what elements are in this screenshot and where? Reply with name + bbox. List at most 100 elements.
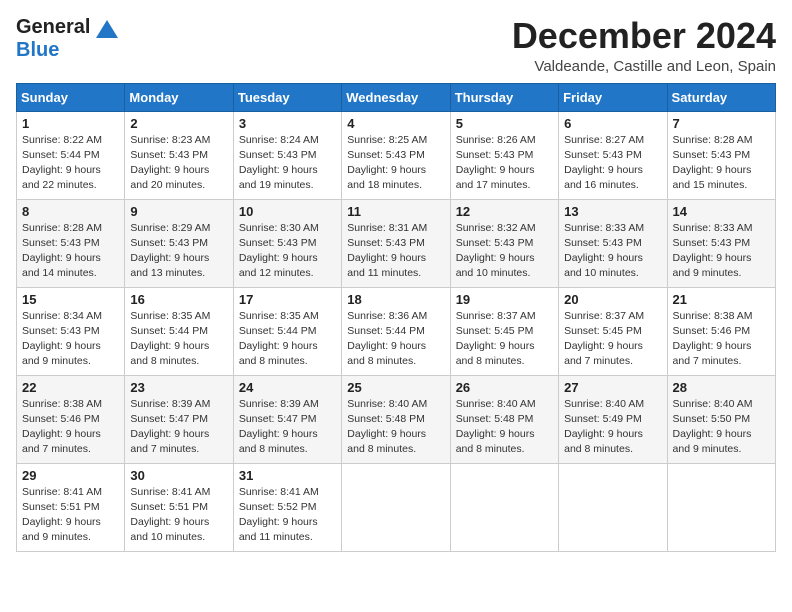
title-section: December 2024 Valdeande, Castille and Le… (512, 16, 776, 75)
day-info: Sunrise: 8:38 AMSunset: 5:46 PMDaylight:… (22, 397, 119, 458)
day-info: Sunrise: 8:40 AMSunset: 5:50 PMDaylight:… (673, 397, 770, 458)
day-number: 17 (239, 292, 336, 307)
logo-icon (96, 20, 118, 38)
day-number: 7 (673, 116, 770, 131)
calendar-day-26: 26 Sunrise: 8:40 AMSunset: 5:48 PMDayligh… (450, 375, 558, 463)
calendar-day-4: 4Sunrise: 8:25 AMSunset: 5:43 PMDaylight… (342, 111, 450, 199)
calendar-day-21: 21Sunrise: 8:38 AMSunset: 5:46 PMDayligh… (667, 287, 775, 375)
empty-cell (450, 463, 558, 551)
day-info: Sunrise: 8:31 AMSunset: 5:43 PMDaylight:… (347, 221, 444, 282)
day-info: Sunrise: 8:37 AMSunset: 5:45 PMDaylight:… (456, 309, 553, 370)
day-number: 31 (239, 468, 336, 483)
day-number: 2 (130, 116, 227, 131)
day-number: 11 (347, 204, 444, 219)
day-number: 30 (130, 468, 227, 483)
calendar-week-2: 8 Sunrise: 8:28 AMSunset: 5:43 PMDaylight… (17, 199, 776, 287)
day-info: Sunrise: 8:40 AMSunset: 5:49 PMDaylight:… (564, 397, 661, 458)
calendar-day-31: 31Sunrise: 8:41 AMSunset: 5:52 PMDayligh… (233, 463, 341, 551)
day-number: 16 (130, 292, 227, 307)
day-number: 24 (239, 380, 336, 395)
day-info: Sunrise: 8:41 AMSunset: 5:51 PMDaylight:… (22, 485, 119, 546)
calendar-day-23: 23 Sunrise: 8:39 AMSunset: 5:47 PMDayligh… (125, 375, 233, 463)
page-header: General Blue December 2024 Valdeande, Ca… (16, 16, 776, 75)
day-info: Sunrise: 8:28 AMSunset: 5:43 PMDaylight:… (22, 221, 119, 282)
day-number: 27 (564, 380, 661, 395)
calendar-day-15: 15Sunrise: 8:34 AMSunset: 5:43 PMDayligh… (17, 287, 125, 375)
calendar-day-18: 18 Sunrise: 8:36 AMSunset: 5:44 PMDayligh… (342, 287, 450, 375)
weekday-header-wednesday: Wednesday (342, 83, 450, 111)
day-number: 29 (22, 468, 119, 483)
day-info: Sunrise: 8:32 AMSunset: 5:43 PMDaylight:… (456, 221, 553, 282)
calendar-day-10: 10 Sunrise: 8:30 AMSunset: 5:43 PMDayligh… (233, 199, 341, 287)
day-info: Sunrise: 8:30 AMSunset: 5:43 PMDaylight:… (239, 221, 336, 282)
calendar-day-12: 12 Sunrise: 8:32 AMSunset: 5:43 PMDayligh… (450, 199, 558, 287)
day-number: 10 (239, 204, 336, 219)
day-number: 5 (456, 116, 553, 131)
day-number: 19 (456, 292, 553, 307)
day-number: 26 (456, 380, 553, 395)
day-info: Sunrise: 8:33 AMSunset: 5:43 PMDaylight:… (673, 221, 770, 282)
day-info: Sunrise: 8:36 AMSunset: 5:44 PMDaylight:… (347, 309, 444, 370)
weekday-header-tuesday: Tuesday (233, 83, 341, 111)
day-number: 12 (456, 204, 553, 219)
calendar-table: SundayMondayTuesdayWednesdayThursdayFrid… (16, 83, 776, 552)
empty-cell (342, 463, 450, 551)
day-number: 9 (130, 204, 227, 219)
day-number: 28 (673, 380, 770, 395)
calendar-day-22: 22 Sunrise: 8:38 AMSunset: 5:46 PMDayligh… (17, 375, 125, 463)
day-number: 21 (673, 292, 770, 307)
day-info: Sunrise: 8:24 AMSunset: 5:43 PMDaylight:… (239, 133, 336, 194)
calendar-day-27: 27 Sunrise: 8:40 AMSunset: 5:49 PMDayligh… (559, 375, 667, 463)
calendar-day-19: 19 Sunrise: 8:37 AMSunset: 5:45 PMDayligh… (450, 287, 558, 375)
calendar-day-20: 20Sunrise: 8:37 AMSunset: 5:45 PMDayligh… (559, 287, 667, 375)
weekday-header-monday: Monday (125, 83, 233, 111)
calendar-day-3: 3Sunrise: 8:24 AMSunset: 5:43 PMDaylight… (233, 111, 341, 199)
calendar-week-5: 29 Sunrise: 8:41 AMSunset: 5:51 PMDayligh… (17, 463, 776, 551)
day-info: Sunrise: 8:28 AMSunset: 5:43 PMDaylight:… (673, 133, 770, 194)
calendar-day-5: 5 Sunrise: 8:26 AMSunset: 5:43 PMDaylight… (450, 111, 558, 199)
calendar-day-17: 17 Sunrise: 8:35 AMSunset: 5:44 PMDayligh… (233, 287, 341, 375)
calendar-week-4: 22 Sunrise: 8:38 AMSunset: 5:46 PMDayligh… (17, 375, 776, 463)
day-info: Sunrise: 8:26 AMSunset: 5:43 PMDaylight:… (456, 133, 553, 194)
calendar-day-29: 29 Sunrise: 8:41 AMSunset: 5:51 PMDayligh… (17, 463, 125, 551)
day-number: 15 (22, 292, 119, 307)
calendar-day-9: 9 Sunrise: 8:29 AMSunset: 5:43 PMDaylight… (125, 199, 233, 287)
day-number: 22 (22, 380, 119, 395)
calendar-day-1: 1Sunrise: 8:22 AMSunset: 5:44 PMDaylight… (17, 111, 125, 199)
day-number: 25 (347, 380, 444, 395)
weekday-header-saturday: Saturday (667, 83, 775, 111)
logo-blue-text: Blue (16, 39, 59, 61)
calendar-day-16: 16 Sunrise: 8:35 AMSunset: 5:44 PMDayligh… (125, 287, 233, 375)
day-number: 14 (673, 204, 770, 219)
calendar-day-6: 6Sunrise: 8:27 AMSunset: 5:43 PMDaylight… (559, 111, 667, 199)
day-number: 20 (564, 292, 661, 307)
day-info: Sunrise: 8:29 AMSunset: 5:43 PMDaylight:… (130, 221, 227, 282)
day-info: Sunrise: 8:23 AMSunset: 5:43 PMDaylight:… (130, 133, 227, 194)
day-info: Sunrise: 8:41 AMSunset: 5:51 PMDaylight:… (130, 485, 227, 546)
calendar-week-3: 15Sunrise: 8:34 AMSunset: 5:43 PMDayligh… (17, 287, 776, 375)
day-info: Sunrise: 8:35 AMSunset: 5:44 PMDaylight:… (130, 309, 227, 370)
day-number: 23 (130, 380, 227, 395)
weekday-header-row: SundayMondayTuesdayWednesdayThursdayFrid… (17, 83, 776, 111)
calendar-day-2: 2 Sunrise: 8:23 AMSunset: 5:43 PMDaylight… (125, 111, 233, 199)
day-number: 18 (347, 292, 444, 307)
day-number: 6 (564, 116, 661, 131)
location-subtitle: Valdeande, Castille and Leon, Spain (512, 58, 776, 75)
logo: General Blue (16, 16, 118, 62)
calendar-day-8: 8 Sunrise: 8:28 AMSunset: 5:43 PMDaylight… (17, 199, 125, 287)
day-number: 1 (22, 116, 119, 131)
day-number: 8 (22, 204, 119, 219)
day-info: Sunrise: 8:25 AMSunset: 5:43 PMDaylight:… (347, 133, 444, 194)
day-info: Sunrise: 8:40 AMSunset: 5:48 PMDaylight:… (347, 397, 444, 458)
calendar-day-14: 14 Sunrise: 8:33 AMSunset: 5:43 PMDayligh… (667, 199, 775, 287)
day-info: Sunrise: 8:39 AMSunset: 5:47 PMDaylight:… (130, 397, 227, 458)
calendar-week-1: 1Sunrise: 8:22 AMSunset: 5:44 PMDaylight… (17, 111, 776, 199)
day-info: Sunrise: 8:33 AMSunset: 5:43 PMDaylight:… (564, 221, 661, 282)
calendar-day-30: 30 Sunrise: 8:41 AMSunset: 5:51 PMDayligh… (125, 463, 233, 551)
calendar-day-24: 24Sunrise: 8:39 AMSunset: 5:47 PMDayligh… (233, 375, 341, 463)
day-info: Sunrise: 8:40 AMSunset: 5:48 PMDaylight:… (456, 397, 553, 458)
calendar-day-7: 7 Sunrise: 8:28 AMSunset: 5:43 PMDaylight… (667, 111, 775, 199)
calendar-day-28: 28 Sunrise: 8:40 AMSunset: 5:50 PMDayligh… (667, 375, 775, 463)
day-info: Sunrise: 8:35 AMSunset: 5:44 PMDaylight:… (239, 309, 336, 370)
empty-cell (667, 463, 775, 551)
